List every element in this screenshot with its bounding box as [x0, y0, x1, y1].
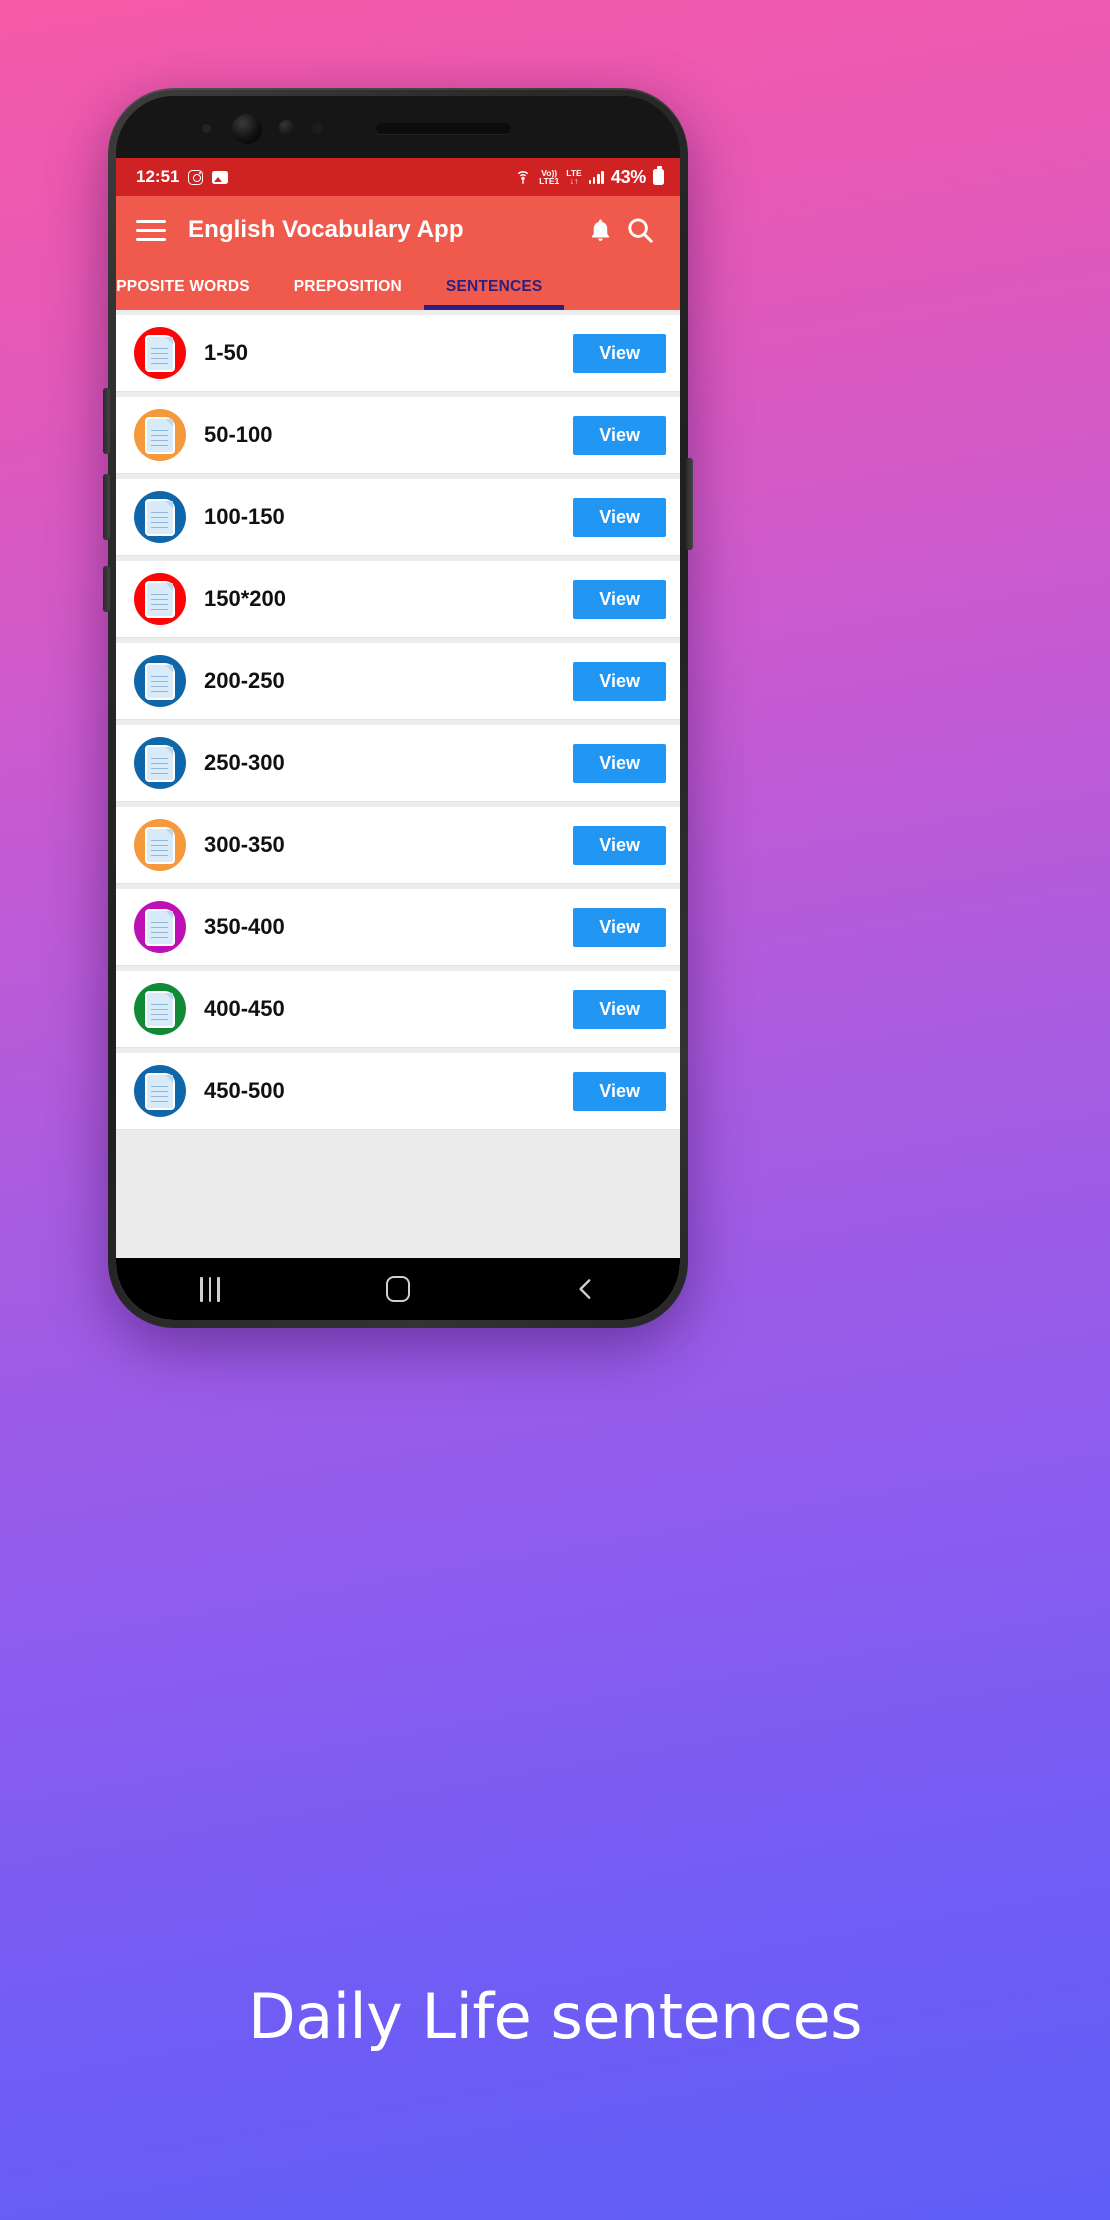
- signal-strength-icon: [588, 170, 604, 184]
- view-button[interactable]: View: [573, 497, 666, 537]
- row-label: 350-400: [204, 914, 285, 939]
- status-bar: 12:51 Vo)) LTE1 LTE ↓↑ 43%: [116, 158, 680, 196]
- view-button[interactable]: View: [573, 333, 666, 373]
- view-button[interactable]: View: [573, 907, 666, 947]
- row-label: 50-100: [204, 422, 273, 447]
- volume-down-button[interactable]: [103, 474, 110, 540]
- hamburger-menu-icon[interactable]: [136, 219, 166, 241]
- table-row[interactable]: 350-400 View: [116, 889, 680, 966]
- power-button[interactable]: [686, 458, 693, 550]
- document-icon: [134, 327, 186, 379]
- row-label: 150*200: [204, 586, 286, 611]
- tab-opposite-words[interactable]: OPPOSITE WORDS: [116, 264, 272, 310]
- gallery-icon: [212, 170, 229, 184]
- volume-up-button[interactable]: [103, 388, 110, 454]
- view-button[interactable]: View: [573, 661, 666, 701]
- home-icon[interactable]: [363, 1267, 433, 1311]
- proximity-sensor-icon: [202, 124, 211, 133]
- assistant-button[interactable]: [103, 566, 110, 612]
- page-title: English Vocabulary App: [188, 216, 464, 243]
- table-row[interactable]: 200-250 View: [116, 643, 680, 720]
- row-label: 200-250: [204, 668, 285, 693]
- hotspot-icon: [514, 168, 532, 186]
- battery-percentage: 43%: [610, 166, 646, 187]
- table-row[interactable]: 300-350 View: [116, 807, 680, 884]
- document-icon: [134, 819, 186, 871]
- view-button[interactable]: View: [573, 579, 666, 619]
- promo-caption: Daily Life sentences: [247, 1980, 863, 2053]
- bell-icon[interactable]: [580, 210, 620, 250]
- light-sensor-icon: [312, 123, 323, 134]
- view-button[interactable]: View: [573, 825, 666, 865]
- iris-sensor-icon: [279, 120, 294, 135]
- view-button[interactable]: View: [573, 1071, 666, 1111]
- phone-bezel: 12:51 Vo)) LTE1 LTE ↓↑ 43% English Vocab…: [116, 96, 680, 1320]
- document-icon: [134, 655, 186, 707]
- tab-bar: OPPOSITE WORDS PREPOSITION SENTENCES: [116, 264, 680, 310]
- view-button[interactable]: View: [573, 989, 666, 1029]
- row-label: 100-150: [204, 504, 285, 529]
- system-navigation-bar: [116, 1258, 680, 1320]
- tab-preposition[interactable]: PREPOSITION: [272, 264, 424, 310]
- table-row[interactable]: 100-150 View: [116, 479, 680, 556]
- phone-top-hardware: [116, 96, 680, 158]
- recents-icon[interactable]: [175, 1267, 245, 1311]
- app-bar: English Vocabulary App: [116, 196, 680, 264]
- front-camera-icon: [232, 114, 262, 144]
- table-row[interactable]: 450-500 View: [116, 1053, 680, 1130]
- earpiece-speaker-icon: [376, 123, 511, 134]
- table-row[interactable]: 150*200 View: [116, 561, 680, 638]
- row-label: 300-350: [204, 832, 285, 857]
- status-bar-clock: 12:51: [136, 167, 180, 186]
- document-icon: [134, 1065, 186, 1117]
- status-bar-left: 12:51: [136, 167, 229, 187]
- lte-data-icon: LTE ↓↑: [566, 167, 582, 186]
- table-row[interactable]: 1-50 View: [116, 315, 680, 392]
- table-row[interactable]: 250-300 View: [116, 725, 680, 802]
- document-icon: [134, 901, 186, 953]
- document-icon: [134, 983, 186, 1035]
- search-icon[interactable]: [620, 210, 660, 250]
- document-icon: [134, 573, 186, 625]
- document-icon: [134, 409, 186, 461]
- document-icon: [134, 737, 186, 789]
- table-row[interactable]: 400-450 View: [116, 971, 680, 1048]
- table-row[interactable]: 50-100 View: [116, 397, 680, 474]
- row-label: 1-50: [204, 340, 249, 365]
- phone-device-frame: 12:51 Vo)) LTE1 LTE ↓↑ 43% English Vocab…: [103, 88, 693, 1328]
- row-label: 450-500: [204, 1078, 285, 1103]
- battery-charging-icon: [653, 166, 664, 185]
- sentence-range-list[interactable]: 1-50 View 50-100 View 100-150 View 150*200 View…: [116, 310, 680, 1258]
- volte-icon: Vo)) LTE1: [539, 167, 560, 186]
- back-chevron-icon[interactable]: [551, 1267, 621, 1311]
- row-label: 250-300: [204, 750, 285, 775]
- phone-screen: 12:51 Vo)) LTE1 LTE ↓↑ 43% English Vocab…: [116, 158, 680, 1320]
- tab-sentences[interactable]: SENTENCES: [423, 264, 565, 310]
- status-bar-right: Vo)) LTE1 LTE ↓↑ 43%: [514, 166, 664, 188]
- instagram-icon: [188, 169, 204, 185]
- view-button[interactable]: View: [573, 415, 666, 455]
- row-label: 400-450: [204, 996, 285, 1021]
- view-button[interactable]: View: [573, 743, 666, 783]
- document-icon: [134, 491, 186, 543]
